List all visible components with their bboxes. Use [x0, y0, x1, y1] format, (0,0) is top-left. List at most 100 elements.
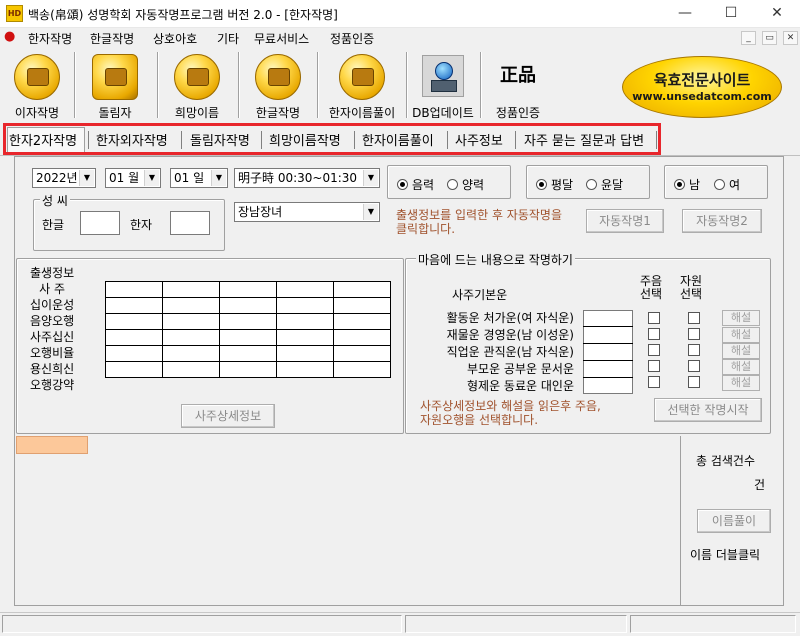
fortune-row-labels: 활동운 처가운(여 자식운) 재물운 경영운(남 이성운) 직업운 관직운(남 … [422, 310, 574, 395]
toolbar-genuine-button[interactable]: 正品 정품인증 [486, 50, 550, 120]
leap-radio-leap[interactable]: 윤달 [586, 176, 623, 193]
toolbar-label: 한글작명 [255, 106, 301, 120]
banner-url: www.unsedatcom.com [632, 90, 772, 103]
toolbar-divider [317, 52, 319, 118]
table-row [105, 361, 391, 378]
main-sound-checkbox[interactable] [648, 328, 660, 340]
menu-hangul-naming[interactable]: 한글작명 [90, 30, 134, 47]
toolbar-wish-name-button[interactable]: 희망이름 [162, 50, 232, 120]
fortune-values-box [583, 310, 633, 394]
apple-icon[interactable]: ● [4, 30, 17, 44]
radio-label: 윤달 [601, 178, 624, 192]
divider [583, 360, 633, 361]
saju-label-twelve: 십이운성 [30, 298, 75, 312]
tab-highlight-box [3, 123, 661, 155]
menu-hanja-naming[interactable]: 한자작명 [28, 30, 72, 47]
table-row [105, 281, 391, 298]
saju-label-sipsin: 사주십신 [30, 330, 75, 344]
explain-button[interactable]: 해설 [722, 359, 760, 375]
explain-button[interactable]: 해설 [722, 375, 760, 391]
start-naming-button[interactable]: 선택한 작명시작 [654, 398, 762, 422]
explain-button[interactable]: 해설 [722, 327, 760, 343]
main-sound-checkbox[interactable] [648, 360, 660, 372]
surname-group-title: 성 씨 [40, 192, 70, 209]
toolbar-divider [157, 52, 159, 118]
header-line: 선택 [680, 287, 703, 301]
saju-detail-button[interactable]: 사주상세정보 [181, 404, 275, 428]
year-value: 2022년 [36, 171, 78, 185]
hour-select[interactable]: 明子時 00:30~01:30 ▼ [234, 168, 380, 188]
surname-hanja-input[interactable] [170, 211, 210, 235]
explain-button[interactable]: 해설 [722, 343, 760, 359]
explain-button[interactable]: 해설 [722, 310, 760, 326]
toolbar-divider [480, 52, 482, 118]
surname-hangul-input[interactable] [80, 211, 120, 235]
app-icon: HD [6, 5, 23, 22]
maximize-button[interactable]: ☐ [708, 0, 754, 28]
toolbar-label: 희망이름 [174, 106, 220, 120]
close-button[interactable]: ✕ [754, 0, 800, 28]
resource-checkbox[interactable] [688, 328, 700, 340]
mortar-icon [339, 54, 385, 100]
minimize-button[interactable]: — [662, 0, 708, 28]
saju-label-yongsin: 용신희신 [30, 362, 75, 376]
site-banner-button[interactable]: 육효전문사이트 www.unsedatcom.com [622, 56, 782, 118]
main-sound-checkbox[interactable] [648, 344, 660, 356]
toolbar-divider [406, 52, 408, 118]
naming-group-title: 마음에 드는 내용으로 작명하기 [416, 251, 575, 268]
gender-radio-female[interactable]: 여 [714, 176, 740, 193]
toolbar-label: 이자작명 [14, 106, 60, 120]
radio-icon [536, 179, 547, 190]
toolbar-divider [74, 52, 76, 118]
day-value: 01 일 [174, 171, 205, 185]
main-sound-checkbox[interactable] [648, 312, 660, 324]
radio-icon [674, 179, 685, 190]
main-sound-checkbox[interactable] [648, 376, 660, 388]
basic-fortune-header: 사주기본운 [452, 288, 508, 302]
calendar-radio-solar[interactable]: 양력 [447, 176, 484, 193]
menu-free-service[interactable]: 무료서비스 [254, 30, 309, 47]
radio-icon [447, 179, 458, 190]
table-row [105, 297, 391, 314]
toolbar-name-analysis-button[interactable]: 한자이름풀이 [320, 50, 404, 120]
month-value: 01 월 [109, 171, 140, 185]
gender-radio-male[interactable]: 남 [674, 176, 700, 193]
menu-genuine[interactable]: 정품인증 [330, 30, 374, 47]
radio-icon [586, 179, 597, 190]
toolbar-hangul-button[interactable]: 한글작명 [243, 50, 313, 120]
radio-label: 양력 [462, 178, 485, 192]
day-select[interactable]: 01 일 ▼ [170, 168, 228, 188]
table-row [105, 313, 391, 330]
month-select[interactable]: 01 월 ▼ [105, 168, 161, 188]
radio-label: 여 [729, 178, 741, 192]
mdi-close-button[interactable]: ✕ [783, 31, 798, 45]
auto-name-2-button[interactable]: 자동작명2 [682, 209, 762, 233]
toolbar-hanja-button[interactable]: 이자작명 [4, 50, 70, 120]
leap-radio-normal[interactable]: 평달 [536, 176, 573, 193]
books-icon [255, 54, 301, 100]
resource-checkbox[interactable] [688, 312, 700, 324]
birth-order-select[interactable]: 장남장녀 ▼ [234, 202, 380, 222]
resource-checkbox[interactable] [688, 376, 700, 388]
toolbar-dolrimja-button[interactable]: 돌림자 [80, 50, 150, 120]
resource-checkbox[interactable] [688, 344, 700, 356]
status-panel [2, 615, 402, 633]
resource-header: 자원 선택 [680, 275, 702, 301]
toolbar-db-update-button[interactable]: DB업데이트 [410, 50, 476, 120]
menu-etc[interactable]: 기타 [217, 30, 239, 47]
calendar-radio-lunar[interactable]: 음력 [397, 176, 434, 193]
main-sound-header: 주음 선택 [640, 275, 662, 301]
auto-name-1-button[interactable]: 자동작명1 [586, 209, 664, 233]
year-select[interactable]: 2022년 ▼ [32, 168, 96, 188]
mdi-minimize-button[interactable]: _ [741, 31, 756, 45]
name-interpret-button[interactable]: 이름풀이 [697, 509, 771, 533]
saju-table [105, 281, 391, 378]
mdi-restore-button[interactable]: ▭ [762, 31, 777, 45]
hangul-label: 한글 [42, 218, 65, 232]
banner-title: 육효전문사이트 [653, 71, 751, 89]
radio-label: 남 [689, 178, 701, 192]
resource-checkbox[interactable] [688, 360, 700, 372]
saju-label-saju: 사 주 [39, 282, 66, 296]
status-panel [630, 615, 796, 633]
menu-business-name[interactable]: 상호아호 [153, 30, 197, 47]
